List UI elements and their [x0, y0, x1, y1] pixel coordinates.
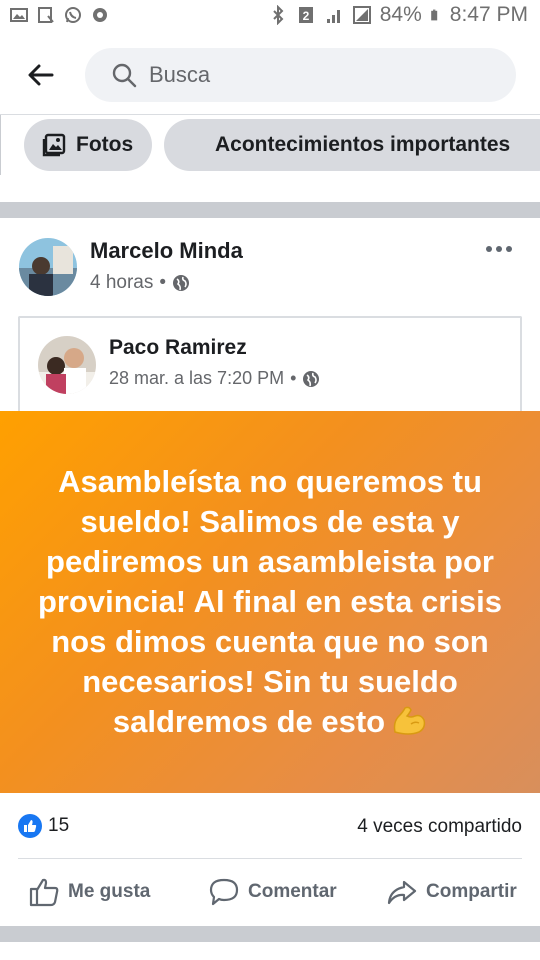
settings-icon	[93, 8, 107, 22]
image-icon	[10, 8, 28, 22]
divider	[0, 115, 1, 175]
post-time[interactable]: 4 horas	[90, 272, 153, 294]
status-bar: 2 84% 8:47 PM	[0, 0, 540, 36]
signal-icon	[326, 10, 340, 23]
globe-icon	[173, 275, 190, 291]
shared-time[interactable]: 28 mar. a las 7:20 PM	[109, 368, 284, 389]
globe-icon	[303, 370, 320, 387]
reactions-count: 15	[48, 815, 70, 836]
arrow-left-icon	[28, 64, 54, 86]
clock: 8:47 PM	[449, 3, 528, 26]
like-label: Me gusta	[68, 881, 151, 902]
avatar[interactable]	[19, 238, 77, 296]
divider	[18, 858, 522, 859]
signal-box-icon	[352, 6, 371, 24]
share-label: Compartir	[426, 881, 517, 902]
search-header	[0, 36, 540, 114]
battery-icon	[430, 9, 437, 21]
post-meta: 4 horas •	[90, 272, 190, 294]
chip-fotos-label: Fotos	[76, 133, 134, 156]
section-separator	[0, 926, 540, 942]
share-button[interactable]: Compartir	[386, 876, 517, 908]
section-separator	[0, 202, 540, 218]
search-bar[interactable]	[85, 48, 516, 102]
bluetooth-icon	[273, 5, 284, 25]
whatsapp-icon	[65, 7, 81, 23]
more-dot	[486, 246, 492, 252]
chip-acontecimientos-label: Acontecimientos importantes	[215, 133, 511, 156]
svg-text:2: 2	[302, 9, 309, 23]
post-text: Asambleísta no queremos tu sueldo! Salim…	[37, 464, 503, 739]
shared-post-header[interactable]: Paco Ramirez 28 mar. a las 7:20 PM •	[18, 316, 522, 412]
comment-icon	[209, 878, 239, 906]
more-dot	[506, 246, 512, 252]
shares-count[interactable]: 4 veces compartido	[357, 816, 522, 838]
shared-author[interactable]: Paco Ramirez	[109, 336, 247, 360]
post-text-background[interactable]: Asambleísta no queremos tu sueldo! Salim…	[0, 411, 540, 793]
search-input[interactable]	[149, 62, 479, 88]
download-icon	[38, 7, 54, 23]
post-author[interactable]: Marcelo Minda	[90, 238, 243, 264]
meta-separator: •	[159, 272, 167, 293]
share-arrow-icon	[387, 880, 417, 905]
battery-percent: 84%	[379, 3, 422, 26]
more-dot	[496, 246, 502, 252]
meta-separator: •	[290, 368, 297, 388]
like-button[interactable]: Me gusta	[28, 876, 150, 908]
comment-button[interactable]: Comentar	[208, 876, 337, 908]
shared-meta: 28 mar. a las 7:20 PM •	[109, 368, 320, 389]
reactions-summary[interactable]: 15	[18, 814, 69, 838]
photos-icon	[42, 133, 66, 157]
post-text-wrap: Asambleísta no queremos tu sueldo! Salim…	[35, 462, 505, 742]
post-actions: Me gusta Comentar Compartir	[0, 870, 540, 916]
filter-chips: Fotos Acontecimientos importantes	[0, 114, 540, 202]
sim-icon: 2	[298, 7, 313, 23]
more-options-button[interactable]	[486, 242, 514, 256]
shared-avatar[interactable]	[38, 336, 96, 394]
back-button[interactable]	[24, 58, 58, 92]
chip-acontecimientos[interactable]: Acontecimientos importantes	[164, 119, 540, 171]
post-card: Marcelo Minda 4 horas • Paco Ramirez 28 …	[0, 218, 540, 926]
chip-fotos[interactable]: Fotos	[24, 119, 152, 171]
comment-label: Comentar	[248, 881, 337, 902]
search-icon	[112, 63, 137, 88]
thumbs-up-icon	[29, 878, 59, 907]
like-reaction-icon	[18, 814, 42, 838]
flexed-biceps-icon	[393, 706, 426, 735]
